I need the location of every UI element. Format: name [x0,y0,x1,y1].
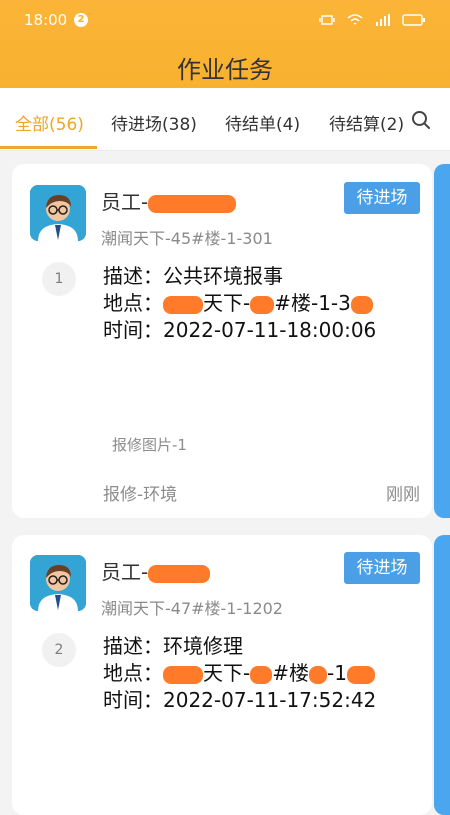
repair-photo-label[interactable]: 报修图片-1 [112,434,187,455]
task-index: 2 [42,633,76,667]
repair-category: 报修-环境 [103,485,178,505]
time-value: 2022-07-11-17:52:42 [163,688,377,712]
signal-icon [374,13,392,31]
redacted-building [250,295,275,314]
tab-pending-settlement[interactable]: 待结算(2) [329,110,404,135]
description-line: 描述：环境修理 [103,630,243,659]
time-line: 时间：2022-07-11-17:52:42 [103,684,376,713]
notification-badge: 2 [74,13,88,27]
status-icons [318,13,426,31]
employee-prefix: 员工- [101,190,149,214]
status-time: 18:00 [24,11,68,29]
time-value: 2022-07-11-18:00:06 [163,318,377,342]
avatar [30,185,86,241]
tab-pending-close[interactable]: 待结单(4) [225,110,300,135]
task-location: 潮闻天下-47#楼-1-1202 [101,599,283,618]
address-middle: 天下- [203,291,251,315]
address-middle: 天下- [203,661,251,685]
task-tabs: 全部(56) 待进场(38) 待结单(4) 待结算(2) [0,88,450,151]
avatar [30,555,86,611]
description-label: 描述： [103,264,163,288]
redacted-name [148,564,211,583]
card-side-strip [434,535,450,815]
battery-icon [402,13,426,31]
status-bar: 18:00 2 [0,0,450,40]
active-tab-indicator [0,146,97,149]
time-line: 时间：2022-07-11-18:00:06 [103,314,376,343]
status-button[interactable]: 待进场 [344,552,420,584]
search-icon[interactable] [411,110,431,130]
status-button[interactable]: 待进场 [344,182,420,214]
page-title: 作业任务 [177,56,273,84]
employee-prefix: 员工- [101,560,149,584]
address-tail: -1 [326,661,347,685]
task-card[interactable]: 员工- 待进场 潮闻天下-45#楼-1-301 1 描述：公共环境报事 地点： 天… [12,164,432,518]
vibrate-icon [318,13,336,31]
employee-name: 员工- [101,556,211,585]
address-line: 地点： 天下- #楼 -1 [103,657,375,686]
tab-pending-arrival[interactable]: 待进场(38) [111,110,197,135]
relative-time: 刚刚 [386,485,420,505]
time-label: 时间： [103,318,163,342]
card-side-strip [434,164,450,518]
redacted-room [350,295,373,314]
description-value: 环境修理 [163,634,243,658]
task-card[interactable]: 员工- 待进场 潮闻天下-47#楼-1-1202 2 描述：环境修理 地点： 天下… [12,535,432,815]
description-line: 描述：公共环境报事 [103,260,283,289]
address-label: 地点： [103,661,163,685]
redacted-address-prefix [163,295,203,314]
task-location: 潮闻天下-45#楼-1-301 [101,229,273,248]
address-building-unit: #楼 [272,661,309,685]
redacted-building [250,665,273,684]
time-label: 时间： [103,688,163,712]
employee-name: 员工- [101,186,237,215]
description-label: 描述： [103,634,163,658]
tab-all[interactable]: 全部(56) [15,110,84,135]
wifi-icon [346,13,364,31]
address-label: 地点： [103,291,163,315]
redacted-unit [308,665,327,684]
address-tail: #楼-1-3 [274,291,351,315]
description-value: 公共环境报事 [163,264,283,288]
redacted-name [148,194,237,213]
address-line: 地点： 天下- #楼-1-3 [103,287,373,316]
redacted-room [346,665,375,684]
task-index: 1 [42,262,76,296]
redacted-address-prefix [163,665,203,684]
